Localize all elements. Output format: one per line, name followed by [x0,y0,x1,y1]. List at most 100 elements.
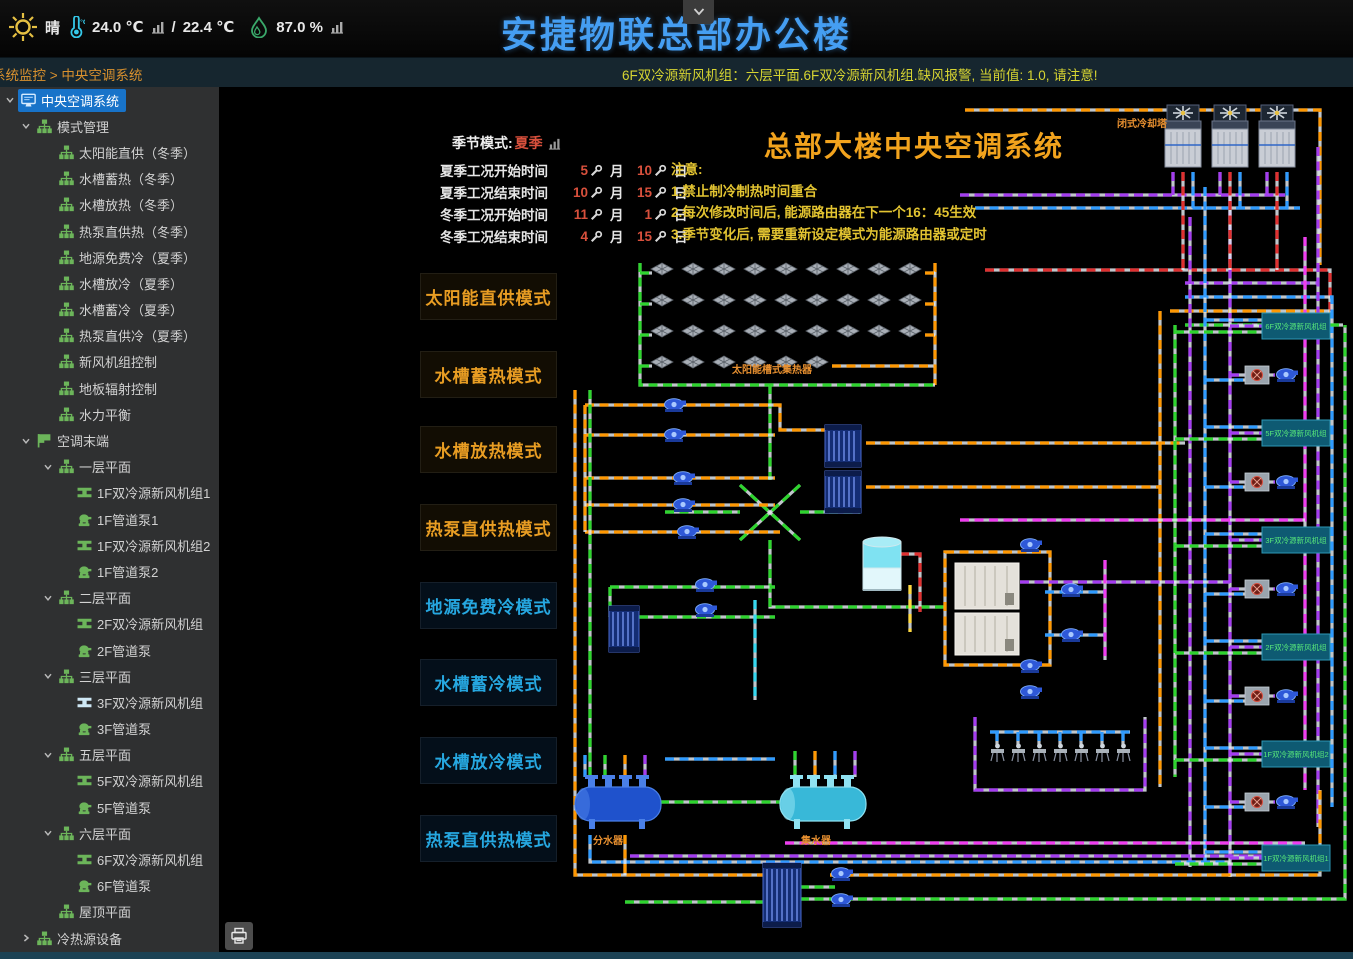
tree-item-body[interactable]: 五层平面 [56,743,138,766]
floor-ahu[interactable] [1245,473,1269,491]
manifold-collector[interactable] [780,775,866,829]
pump[interactable] [1277,476,1299,489]
tree-item-body[interactable]: 1F双冷源新风机组2 [74,534,217,557]
wrench-edit-icon[interactable] [590,230,603,243]
mode-button[interactable]: 水槽放热模式 [420,426,557,473]
tree-item[interactable]: 水槽放冷（夏季） [0,270,219,296]
tree-item[interactable]: 地板辐射控制 [0,375,219,401]
tree-item-body[interactable]: 模式管理 [34,115,116,138]
tree-item[interactable]: 水槽蓄冷（夏季） [0,297,219,323]
chiller[interactable] [955,563,1019,609]
tree-item-body[interactable]: 6F管道泵 [74,874,158,897]
floor-ahu[interactable] [1245,793,1269,811]
wrench-edit-icon[interactable] [590,164,603,177]
tree-item[interactable]: 热泵直供冷（夏季） [0,323,219,349]
floor-ahu[interactable] [1245,687,1269,705]
mode-button[interactable]: 太阳能直供模式 [420,273,557,320]
tree-expander[interactable] [18,931,34,945]
pump[interactable] [665,429,687,442]
tree-item[interactable]: 水力平衡 [0,401,219,427]
collapse-header-button[interactable] [683,0,714,24]
pump[interactable] [1062,584,1084,597]
heat-exchanger[interactable] [609,606,639,652]
tree-item-body[interactable]: 空调末端 [34,429,116,452]
floor-unit[interactable]: 2F双冷源新风机组 [1262,634,1330,660]
tree-item[interactable]: 5F管道泵 [0,794,219,820]
tree-expander[interactable] [40,826,56,840]
tree-item[interactable]: 5F双冷源新风机组 [0,768,219,794]
tree-item[interactable]: 3F双冷源新风机组 [0,689,219,715]
wrench-edit-icon[interactable] [654,164,667,177]
wrench-edit-icon[interactable] [654,208,667,221]
alarm-message[interactable]: 6F双冷源新风机组：六层平面.6F双冷源新风机组.缺风报警, 当前值: 1.0,… [622,64,1098,84]
tree-item[interactable]: 模式管理 [0,113,219,139]
tree-expander[interactable] [18,119,34,133]
tree-item-body[interactable]: 屋顶平面 [56,900,138,923]
tree-expander[interactable] [40,748,56,762]
pump[interactable] [674,499,696,512]
cooling-tower[interactable] [1212,105,1248,167]
tree-item[interactable]: 新风机组控制 [0,349,219,375]
tree-item-body[interactable]: 2F管道泵 [74,639,158,662]
tree-item[interactable]: 冷热源设备 [0,925,219,951]
wrench-edit-icon[interactable] [654,230,667,243]
tree-item-body[interactable]: 6F双冷源新风机组 [74,848,210,871]
manifold-distributor[interactable] [575,775,661,829]
cooling-tower[interactable] [1165,105,1201,167]
tree-item[interactable]: 一层平面 [0,454,219,480]
tree-item-body[interactable]: 太阳能直供（冬季） [56,141,203,164]
tree-item-body[interactable]: 热泵直供热（冬季） [56,220,203,243]
tree-item-body[interactable]: 3F双冷源新风机组 [74,691,210,714]
tree-item[interactable]: 空调末端 [0,427,219,453]
breadcrumb[interactable]: 系统监控 > 中央空调系统 [0,64,142,84]
pump[interactable] [1277,583,1299,596]
chiller[interactable] [955,613,1019,655]
tree-item[interactable]: 6F双冷源新风机组 [0,846,219,872]
tree-item-body[interactable]: 水槽蓄热（冬季） [56,167,190,190]
tree-item-body[interactable]: 一层平面 [56,455,138,478]
tree-item-body[interactable]: 冷热源设备 [34,927,129,950]
tree-item[interactable]: 3F管道泵 [0,716,219,742]
wrench-edit-icon[interactable] [590,208,603,221]
pump[interactable] [1277,796,1299,809]
tree-item-body[interactable]: 1F管道泵2 [74,560,165,583]
pump[interactable] [678,526,700,539]
floor-ahu[interactable] [1245,366,1269,384]
pump[interactable] [665,399,687,412]
mode-button[interactable]: 水槽蓄热模式 [420,351,557,398]
tree-expander[interactable] [40,591,56,605]
tree-item[interactable]: 水槽蓄热（冬季） [0,166,219,192]
pump[interactable] [832,894,854,907]
wrench-edit-icon[interactable] [590,186,603,199]
tree-item[interactable]: 1F双冷源新风机组1 [0,480,219,506]
tree-item-body[interactable]: 热泵直供冷（夏季） [56,324,203,347]
tree-item-body[interactable]: 3F管道泵 [74,717,158,740]
tree-item[interactable]: 水槽放热（冬季） [0,192,219,218]
water-tank[interactable] [863,537,901,590]
pump[interactable] [832,868,854,881]
tree-item-body[interactable]: 六层平面 [56,822,138,845]
tree-item-body[interactable]: 5F双冷源新风机组 [74,769,210,792]
tree-expander[interactable] [2,93,18,107]
print-button[interactable] [225,922,253,950]
mode-button[interactable]: 地源免费冷模式 [420,582,557,629]
tree-item[interactable]: 五层平面 [0,742,219,768]
floor-unit[interactable]: 1F双冷源新风机组2 [1262,741,1330,767]
mode-button[interactable]: 热泵直供热模式 [420,504,557,551]
tree-item[interactable]: 六层平面 [0,820,219,846]
floor-unit[interactable]: 1F双冷源新风机组1 [1262,845,1330,871]
tree-item-body[interactable]: 地板辐射控制 [56,377,164,400]
tree-item[interactable]: 三层平面 [0,663,219,689]
tree-item[interactable]: 太阳能直供（冬季） [0,139,219,165]
heat-exchanger[interactable] [763,863,801,927]
tree-item[interactable]: 1F管道泵2 [0,558,219,584]
tree-item[interactable]: 热泵直供热（冬季） [0,218,219,244]
heat-exchanger[interactable] [825,471,861,513]
floor-unit[interactable]: 6F双冷源新风机组 [1262,313,1330,339]
tree-item-body[interactable]: 二层平面 [56,586,138,609]
tree-item-body[interactable]: 三层平面 [56,665,138,688]
tree-item[interactable]: 中央空调系统 [0,87,219,113]
pump[interactable] [1277,690,1299,703]
pump[interactable] [1021,539,1043,552]
tree-item-body[interactable]: 2F双冷源新风机组 [74,612,210,635]
